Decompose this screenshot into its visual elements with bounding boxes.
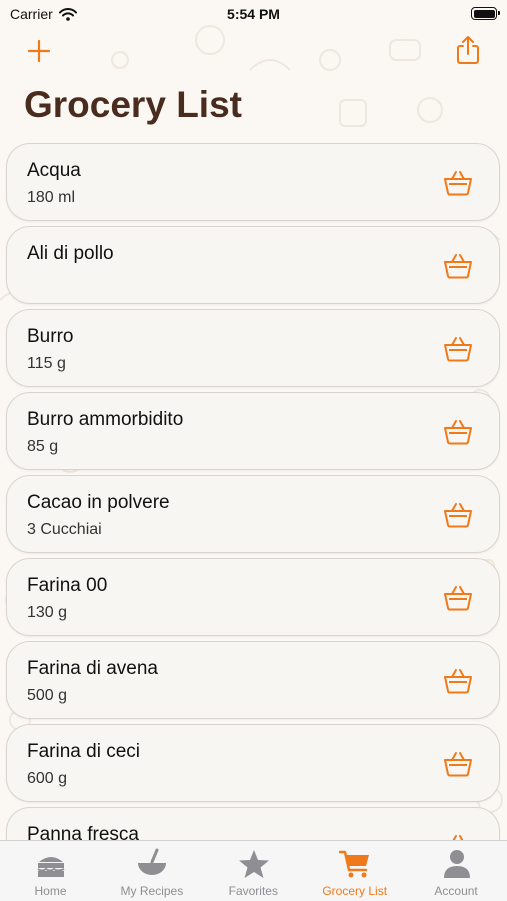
list-item[interactable]: Farina 00 130 g	[6, 558, 500, 636]
tab-account[interactable]: Account	[406, 841, 507, 901]
list-item[interactable]: Panna fresca	[6, 807, 500, 840]
battery-icon	[471, 7, 500, 20]
cake-icon	[34, 848, 68, 880]
tab-home[interactable]: Home	[0, 841, 101, 901]
list-item[interactable]: Burro ammorbidito 85 g	[6, 392, 500, 470]
basket-icon[interactable]	[443, 585, 473, 611]
basket-icon[interactable]	[443, 170, 473, 196]
basket-icon[interactable]	[443, 668, 473, 694]
tab-favorites[interactable]: Favorites	[203, 841, 304, 901]
basket-icon[interactable]	[443, 419, 473, 445]
tab-my-recipes[interactable]: My Recipes	[101, 841, 202, 901]
page-title: Grocery List	[24, 84, 242, 125]
navigation-bar	[0, 30, 507, 82]
tab-bar: Home My Recipes Favorites Grocery List Accou…	[0, 840, 507, 901]
item-quantity: 500 g	[27, 687, 68, 704]
list-item[interactable]: Ali di pollo	[6, 226, 500, 304]
item-name: Farina di ceci	[27, 741, 140, 762]
item-name: Cacao in polvere	[27, 492, 170, 513]
list-item[interactable]: Acqua 180 ml	[6, 143, 500, 221]
item-name: Farina di avena	[27, 658, 158, 679]
cart-icon	[338, 848, 372, 880]
item-quantity: 180 ml	[27, 189, 76, 206]
list-item[interactable]: Burro 115 g	[6, 309, 500, 387]
item-name: Burro ammorbidito	[27, 409, 184, 430]
basket-icon[interactable]	[443, 336, 473, 362]
item-quantity: 85 g	[27, 438, 59, 455]
item-name: Burro	[27, 326, 74, 347]
item-name: Ali di pollo	[27, 243, 114, 264]
mixing-bowl-icon	[135, 848, 169, 880]
status-time: 5:54 PM	[227, 6, 280, 22]
share-icon[interactable]	[455, 34, 481, 66]
plus-icon[interactable]	[26, 38, 52, 64]
tab-label: Home	[34, 884, 67, 898]
list-item[interactable]: Cacao in polvere 3 Cucchiai	[6, 475, 500, 553]
star-icon	[237, 848, 271, 880]
item-name: Acqua	[27, 160, 81, 181]
item-quantity: 130 g	[27, 604, 68, 621]
tab-label: Grocery List	[322, 884, 388, 898]
item-quantity: 600 g	[27, 770, 68, 787]
status-bar: Carrier 5:54 PM	[0, 0, 507, 30]
item-quantity: 115 g	[27, 355, 66, 372]
tab-label: My Recipes	[120, 884, 184, 898]
grocery-list: Acqua 180 ml Ali di pollo Burro 115 g Burro a…	[0, 143, 507, 840]
item-name: Farina 00	[27, 575, 108, 596]
tab-grocery-list[interactable]: Grocery List	[304, 841, 405, 901]
basket-icon[interactable]	[443, 751, 473, 777]
item-quantity: 3 Cucchiai	[27, 521, 102, 538]
list-item[interactable]: Farina di avena 500 g	[6, 641, 500, 719]
basket-icon[interactable]	[443, 502, 473, 528]
tab-label: Favorites	[228, 884, 278, 898]
tab-label: Account	[434, 884, 478, 898]
list-item[interactable]: Farina di ceci 600 g	[6, 724, 500, 802]
item-name: Panna fresca	[27, 824, 139, 840]
basket-icon[interactable]	[443, 253, 473, 279]
person-icon	[440, 848, 474, 880]
